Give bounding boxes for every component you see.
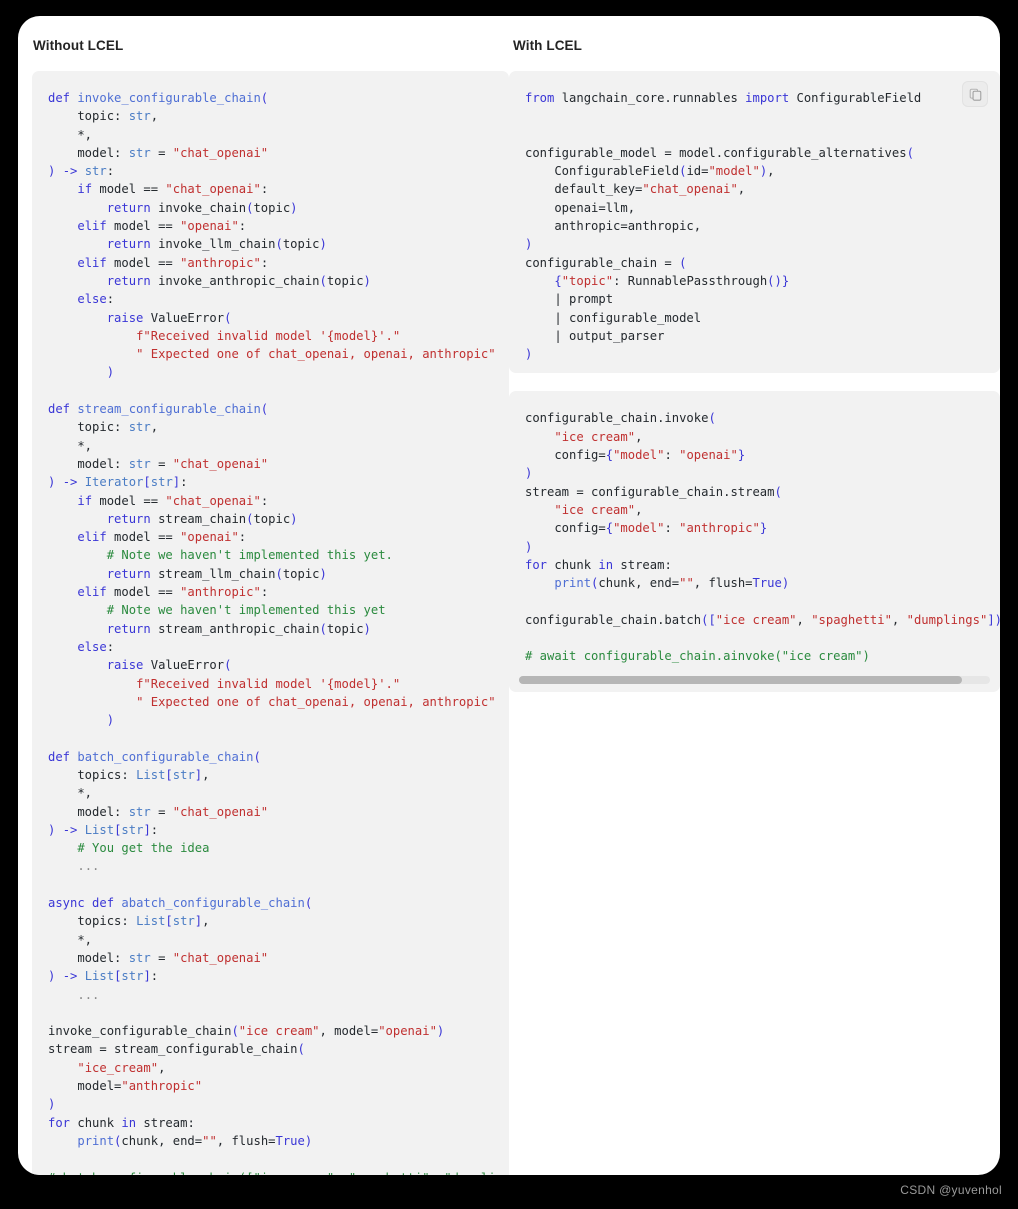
column-title-with-lcel: With LCEL [513,38,583,53]
code-content-with-lcel-setup: from langchain_core.runnables import Con… [525,91,922,362]
comparison-columns: Without LCEL def invoke_configurable_cha… [18,16,1000,1175]
page-root: Without LCEL def invoke_configurable_cha… [0,0,1018,1209]
code-content-without-lcel: def invoke_configurable_chain( topic: st… [48,91,509,1175]
code-scroll-area-left[interactable]: def invoke_configurable_chain( topic: st… [32,71,509,1175]
code-scroll-area-right-2[interactable]: configurable_chain.invoke( "ice cream", … [509,391,1000,675]
horizontal-scrollbar-right[interactable] [519,675,990,684]
watermark: CSDN @yuvenhol [900,1183,1002,1197]
column-without-lcel: Without LCEL def invoke_configurable_cha… [18,38,509,1175]
content-card: Without LCEL def invoke_configurable_cha… [18,16,1000,1175]
code-content-with-lcel-usage: configurable_chain.invoke( "ice cream", … [525,411,1000,664]
scrollbar-thumb[interactable] [519,675,962,684]
copy-icon [969,88,982,101]
column-title-without-lcel: Without LCEL [33,38,124,53]
code-block-without-lcel: def invoke_configurable_chain( topic: st… [32,71,509,1175]
code-scroll-area-right-1[interactable]: from langchain_core.runnables import Con… [509,71,1000,373]
code-block-with-lcel-setup: from langchain_core.runnables import Con… [509,71,1000,374]
copy-button[interactable] [962,81,988,107]
code-block-with-lcel-usage: configurable_chain.invoke( "ice cream", … [509,391,1000,692]
column-with-lcel: With LCEL from langchain_core.runnables … [509,38,1000,710]
